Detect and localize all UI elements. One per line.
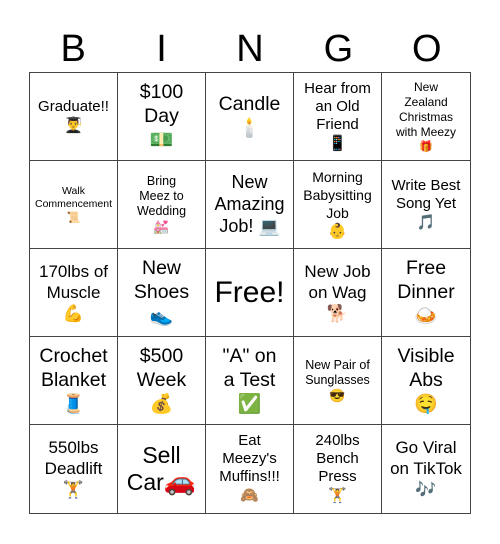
weightlifter-icon: 🏋️ bbox=[62, 480, 85, 499]
sunglasses-face-icon: 😎 bbox=[329, 387, 346, 403]
laptop-icon: 💻 bbox=[258, 217, 280, 236]
cell-text: New Shoes bbox=[133, 257, 190, 303]
cell-text: Eat Meezy's Muffins!!! bbox=[219, 432, 280, 485]
bingo-cell[interactable]: Go Viral on TikTok 🎶 bbox=[382, 425, 470, 513]
cell-text: Write Best Song Yet bbox=[391, 176, 461, 212]
cell-text: 240lbs Bench Press bbox=[315, 432, 360, 485]
bingo-cell[interactable]: New Amazing Job! 💻 bbox=[206, 161, 294, 249]
dinner-plate-icon: 🍛 bbox=[414, 306, 438, 327]
header-letter-i: I bbox=[156, 28, 167, 70]
bingo-cell[interactable]: Eat Meezy's Muffins!!! 🙈 bbox=[206, 425, 294, 513]
wedding-chapel-icon: 💒 bbox=[153, 219, 170, 234]
header-letter-n: N bbox=[236, 28, 264, 70]
bingo-cell[interactable]: 550lbs Deadlift 🏋️ bbox=[30, 425, 118, 513]
baby-icon: 👶 bbox=[328, 222, 347, 240]
bingo-cell[interactable]: $100 Day 💵 bbox=[118, 73, 206, 161]
bingo-cell[interactable]: New Job on Wag 🐕 bbox=[294, 249, 382, 337]
cell-text: Go Viral on TikTok bbox=[390, 438, 462, 478]
cell-text: Walk Commencement bbox=[34, 184, 113, 210]
cell-text: Morning Babysitting Job bbox=[303, 168, 372, 221]
money-bag-icon: 💰 bbox=[149, 394, 174, 415]
dollar-bill-icon: 💵 bbox=[149, 130, 174, 151]
dog-icon: 🐕 bbox=[326, 303, 349, 323]
cell-text: Candle bbox=[218, 93, 281, 115]
gift-icon: 🎁 bbox=[419, 140, 433, 153]
cell-text: $500 Week bbox=[136, 345, 187, 391]
cell-text: Sell Car🚗 bbox=[127, 442, 196, 496]
cell-text: Bring Meez to Wedding bbox=[136, 174, 187, 218]
bingo-cell[interactable]: 240lbs Bench Press 🏋️ bbox=[294, 425, 382, 513]
music-notes-icon: 🎶 bbox=[415, 480, 437, 499]
bingo-cell[interactable]: Crochet Blanket 🧵 bbox=[30, 337, 118, 425]
cell-text: New Pair of Sunglasses bbox=[305, 357, 370, 387]
cell-text: Hear from an Old Friend bbox=[304, 79, 371, 133]
bingo-cell[interactable]: Walk Commencement 📜 bbox=[30, 161, 118, 249]
header-letter-b: B bbox=[60, 28, 86, 70]
bingo-cell[interactable]: New Pair of Sunglasses 😎 bbox=[294, 337, 382, 425]
drooling-face-icon: 🤤 bbox=[414, 394, 438, 415]
bingo-cell[interactable]: 170lbs of Muscle 💪 bbox=[30, 249, 118, 337]
sneaker-icon: 👟 bbox=[149, 306, 174, 327]
car-icon: 🚗 bbox=[163, 466, 197, 496]
cell-text: "A" on a Test bbox=[222, 345, 277, 391]
bingo-cell[interactable]: "A" on a Test ✅ bbox=[206, 337, 294, 425]
bingo-cell[interactable]: Graduate!! 👨‍🎓 bbox=[30, 73, 118, 161]
bingo-cell[interactable]: New Shoes 👟 bbox=[118, 249, 206, 337]
flexed-biceps-icon: 💪 bbox=[62, 303, 85, 323]
cell-text: Graduate!! bbox=[38, 97, 109, 115]
cell-text: 550lbs Deadlift bbox=[44, 438, 103, 478]
bingo-cell[interactable]: Visible Abs 🤤 bbox=[382, 337, 470, 425]
cell-text: Visible Abs bbox=[397, 345, 455, 391]
bingo-cell[interactable]: Bring Meez to Wedding 💒 bbox=[118, 161, 206, 249]
see-no-evil-monkey-icon: 🙈 bbox=[240, 487, 259, 504]
bingo-cell[interactable]: Candle 🕯️ bbox=[206, 73, 294, 161]
cell-text: New Zealand Christmas with Meezy bbox=[395, 79, 457, 139]
header-letter-g: G bbox=[323, 28, 354, 70]
cell-text: $100 Day bbox=[139, 81, 184, 127]
cell-text: 170lbs of Muscle bbox=[39, 261, 108, 302]
bingo-card-grid: Graduate!! 👨‍🎓 $100 Day 💵 Candle 🕯️ Hear… bbox=[29, 72, 471, 514]
free-space-text: Free! bbox=[214, 275, 285, 309]
bingo-cell[interactable]: Sell Car🚗 bbox=[118, 425, 206, 513]
weightlifter-icon: 🏋️ bbox=[328, 487, 347, 504]
scroll-icon: 📜 bbox=[66, 211, 81, 224]
bingo-header: B I N G O bbox=[29, 26, 471, 72]
cell-text: New Job on Wag bbox=[304, 261, 371, 302]
bingo-cell[interactable]: Free Dinner 🍛 bbox=[382, 249, 470, 337]
cell-text: Crochet Blanket bbox=[39, 345, 108, 391]
bingo-cell[interactable]: $500 Week 💰 bbox=[118, 337, 206, 425]
thread-spool-icon: 🧵 bbox=[61, 394, 86, 415]
bingo-free-space[interactable]: Free! bbox=[206, 249, 294, 337]
graduate-icon: 👨‍🎓 bbox=[64, 116, 83, 134]
bingo-cell[interactable]: Write Best Song Yet 🎵 bbox=[382, 161, 470, 249]
header-letter-o: O bbox=[411, 28, 442, 70]
bingo-cell[interactable]: New Zealand Christmas with Meezy 🎁 bbox=[382, 73, 470, 161]
cell-text: New Amazing Job! 💻 bbox=[214, 171, 284, 238]
mobile-phone-icon: 📱 bbox=[328, 134, 347, 152]
bingo-cell[interactable]: Hear from an Old Friend 📱 bbox=[294, 73, 382, 161]
bingo-cell[interactable]: Morning Babysitting Job 👶 bbox=[294, 161, 382, 249]
music-note-icon: 🎵 bbox=[416, 213, 436, 231]
candle-icon: 🕯️ bbox=[237, 118, 262, 139]
cell-text: Free Dinner bbox=[397, 257, 455, 303]
check-mark-icon: ✅ bbox=[237, 394, 262, 415]
